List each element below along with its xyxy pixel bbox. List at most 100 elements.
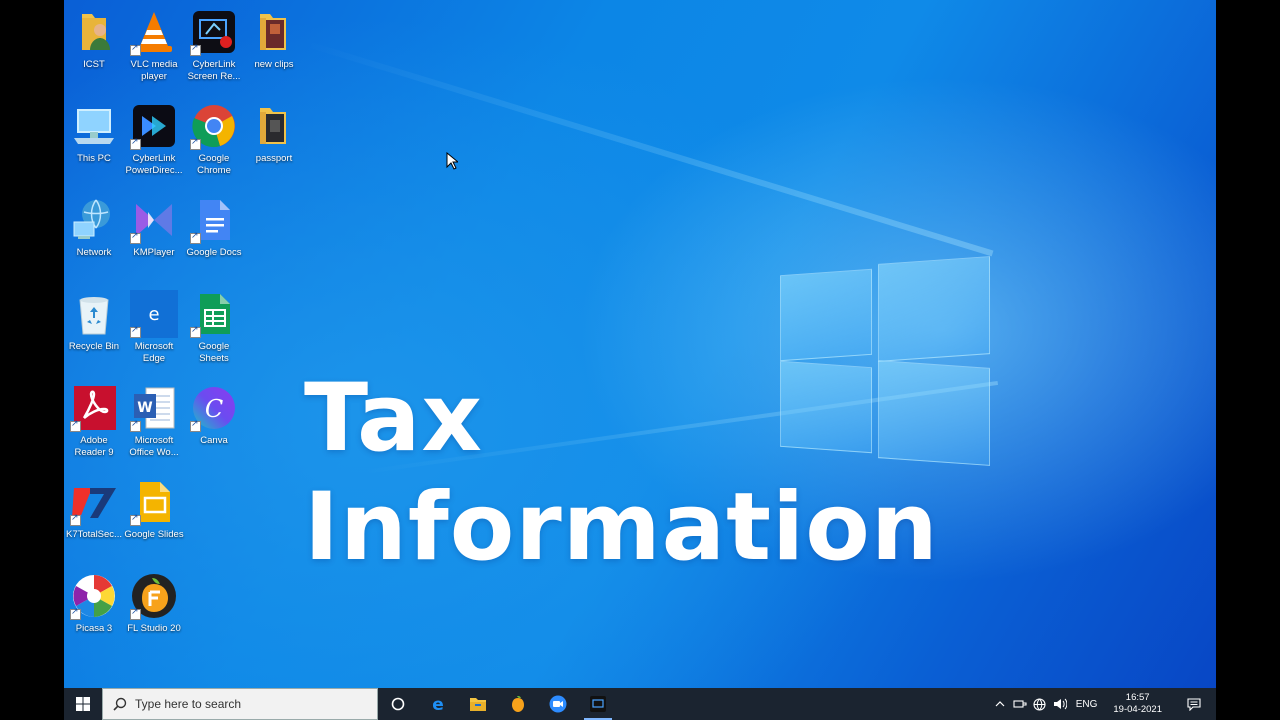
adobe-reader-icon (70, 384, 118, 432)
icon-label: Microsoft Office Wo... (129, 435, 179, 458)
tray-device-button[interactable] (1010, 688, 1030, 720)
picasa-icon (70, 572, 118, 620)
desktop-icon-canva[interactable]: C Canva (184, 384, 244, 447)
cyberlink-powerdirector-icon (130, 102, 178, 150)
file-explorer-icon (470, 698, 486, 711)
tray-network-button[interactable] (1030, 688, 1050, 720)
k7-icon (70, 478, 118, 526)
desktop-icon-this-pc[interactable]: This PC (64, 102, 124, 165)
desktop-icon-passport[interactable]: passport (244, 102, 304, 165)
icon-label: Network (76, 247, 112, 258)
desktop-icon-adobe-reader[interactable]: Adobe Reader 9 (64, 384, 124, 459)
fl-studio-icon (130, 572, 178, 620)
folder-user-icon (70, 8, 118, 56)
desktop-icon-network[interactable]: Network (64, 196, 124, 259)
globe-icon (1033, 697, 1046, 711)
icon-label: Google Sheets (198, 341, 230, 364)
shortcut-arrow-icon (130, 231, 141, 244)
taskbar-clock[interactable]: 16:57 19-04-2021 (1103, 692, 1172, 716)
mouse-cursor-icon (446, 151, 460, 170)
icon-label: Google Docs (186, 247, 242, 258)
desktop-icon-google-slides[interactable]: Google Slides (124, 478, 184, 541)
icon-label: VLC media player (130, 59, 178, 82)
canva-icon: C (190, 384, 238, 432)
desktop-icon-google-sheets[interactable]: Google Sheets (184, 290, 244, 365)
desktop-icon-microsoft-word[interactable]: W Microsoft Office Wo... (124, 384, 184, 459)
shortcut-arrow-icon (190, 231, 201, 244)
notification-icon (1187, 697, 1201, 711)
icon-label: Google Slides (124, 529, 184, 540)
desktop-icon-icst[interactable]: ICST (64, 8, 124, 71)
cyberlink-screen-recorder-icon (190, 8, 238, 56)
cyberlink-screen-recorder-icon (590, 696, 606, 712)
cortana-circle-icon (391, 697, 405, 711)
svg-text:e: e (432, 695, 444, 713)
desktop-icon-google-chrome[interactable]: Google Chrome (184, 102, 244, 177)
chrome-icon (190, 102, 238, 150)
desktop-icon-cyberlink-powerdirector[interactable]: CyberLink PowerDirec... (124, 102, 184, 177)
tray-volume-button[interactable] (1050, 688, 1070, 720)
icon-label: new clips (254, 59, 294, 70)
shortcut-arrow-icon (70, 607, 81, 620)
show-hidden-icons-button[interactable] (990, 688, 1010, 720)
edge-icon: e (432, 695, 444, 713)
desktop-icon-k7-total-security[interactable]: K7TotalSec... (64, 478, 124, 541)
icon-label: FL Studio 20 (127, 623, 181, 634)
word-icon: W (130, 384, 178, 432)
shortcut-arrow-icon (190, 43, 201, 56)
edge-icon: e (130, 290, 178, 338)
usb-device-icon (1013, 700, 1027, 708)
shortcut-arrow-icon (130, 137, 141, 150)
taskbar-search-box[interactable]: Type here to search (102, 688, 378, 720)
icon-label: Microsoft Edge (134, 341, 174, 364)
taskbar-cyberlink-button[interactable] (578, 688, 618, 720)
taskbar-zoom-button[interactable] (538, 688, 578, 720)
shortcut-arrow-icon (190, 419, 201, 432)
folder-icon (250, 102, 298, 150)
svg-text:W: W (137, 400, 152, 416)
speaker-icon (1053, 698, 1067, 710)
clock-date: 19-04-2021 (1113, 704, 1162, 715)
wallpaper-beam (303, 40, 994, 257)
taskbar-file-explorer-button[interactable] (458, 688, 498, 720)
desktop[interactable]: ICST VLC media player CyberLink Screen R… (64, 0, 1216, 720)
icon-label: K7TotalSec... (66, 529, 122, 540)
clock-time: 16:57 (1125, 692, 1150, 703)
desktop-icon-microsoft-edge[interactable]: e Microsoft Edge (124, 290, 184, 365)
icon-label: Recycle Bin (68, 341, 120, 352)
desktop-icon-kmplayer[interactable]: KMPlayer (124, 196, 184, 259)
google-slides-icon (130, 478, 178, 526)
computer-icon (70, 102, 118, 150)
search-icon (113, 697, 127, 711)
desktop-icon-new-clips[interactable]: new clips (244, 8, 304, 71)
action-center-button[interactable] (1172, 688, 1216, 720)
task-view-button[interactable] (378, 688, 418, 720)
language-indicator[interactable]: ENG (1070, 699, 1104, 710)
taskbar-edge-button[interactable]: e (418, 688, 458, 720)
google-docs-icon (190, 196, 238, 244)
icon-label: Google Chrome (197, 153, 231, 176)
taskbar: Type here to search e ENG 16:57 19-04-20… (64, 688, 1216, 720)
system-tray: ENG 16:57 19-04-2021 (990, 688, 1216, 720)
desktop-icon-recycle-bin[interactable]: Recycle Bin (64, 290, 124, 353)
search-placeholder: Type here to search (135, 697, 242, 711)
desktop-icon-picasa[interactable]: Picasa 3 (64, 572, 124, 635)
start-button[interactable] (64, 688, 102, 720)
icon-label: CyberLink PowerDirec... (125, 153, 183, 176)
desktop-icon-vlc[interactable]: VLC media player (124, 8, 184, 83)
taskbar-fl-studio-button[interactable] (498, 688, 538, 720)
desktop-icon-fl-studio[interactable]: FL Studio 20 (124, 572, 184, 635)
icon-label: KMPlayer (133, 247, 175, 258)
tax-information-title: Tax Information (304, 364, 939, 582)
icon-label: ICST (83, 59, 105, 70)
svg-text:e: e (148, 304, 159, 325)
icon-label: CyberLink Screen Re... (187, 59, 241, 82)
desktop-icon-google-docs[interactable]: Google Docs (184, 196, 244, 259)
shortcut-arrow-icon (190, 325, 201, 338)
network-icon (70, 196, 118, 244)
kmplayer-icon (130, 196, 178, 244)
fl-studio-icon (512, 696, 524, 712)
svg-text:C: C (205, 395, 223, 423)
desktop-icon-cyberlink-screen-recorder[interactable]: CyberLink Screen Re... (184, 8, 244, 83)
icon-label: Canva (200, 435, 228, 446)
